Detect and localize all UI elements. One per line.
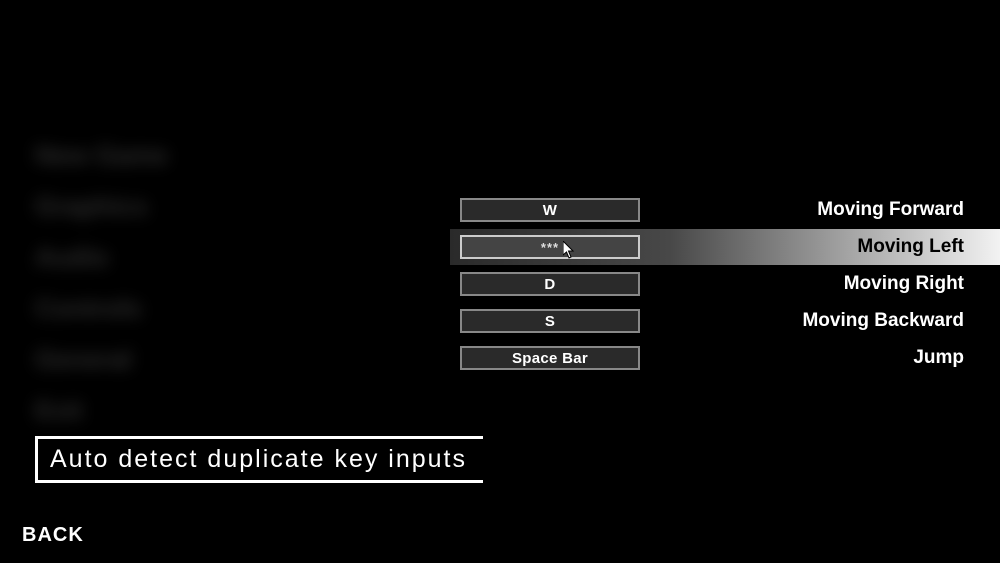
sidebar-item: Audio [35, 242, 168, 273]
key-input[interactable]: S [460, 309, 640, 333]
action-label: Moving Backward [650, 310, 1000, 332]
caption-box: Auto detect duplicate key inputs [35, 436, 483, 483]
sidebar-item: New Game [35, 140, 168, 171]
key-input[interactable]: Space Bar [460, 346, 640, 370]
action-label: Moving Forward [650, 199, 1000, 221]
keybox-wrap: W [450, 198, 650, 222]
action-label: Jump [650, 347, 1000, 369]
key-input[interactable]: W [460, 198, 640, 222]
keybox-wrap: D [450, 272, 650, 296]
binding-row-moving-left[interactable]: *** Moving Left [450, 229, 1000, 265]
sidebar-item: General [35, 344, 168, 375]
binding-row-jump[interactable]: Space Bar Jump [450, 340, 1000, 376]
action-label: Moving Left [650, 236, 1000, 258]
back-button[interactable]: BACK [22, 524, 84, 547]
keybox-wrap: Space Bar [450, 346, 650, 370]
keybox-wrap: *** [450, 235, 650, 259]
sidebar-item: Graphics [35, 191, 168, 222]
key-input[interactable]: D [460, 272, 640, 296]
binding-row-moving-backward[interactable]: S Moving Backward [450, 303, 1000, 339]
sidebar-menu-blurred: New Game Graphics Audio Controls General… [35, 140, 168, 446]
sidebar-item: Controls [35, 293, 168, 324]
keybindings-list: W Moving Forward *** Moving Left D Movin… [450, 192, 1000, 377]
action-label: Moving Right [650, 273, 1000, 295]
binding-row-moving-right[interactable]: D Moving Right [450, 266, 1000, 302]
binding-row-moving-forward[interactable]: W Moving Forward [450, 192, 1000, 228]
sidebar-item: Exit [35, 395, 168, 426]
keybox-wrap: S [450, 309, 650, 333]
key-input-listening[interactable]: *** [460, 235, 640, 259]
